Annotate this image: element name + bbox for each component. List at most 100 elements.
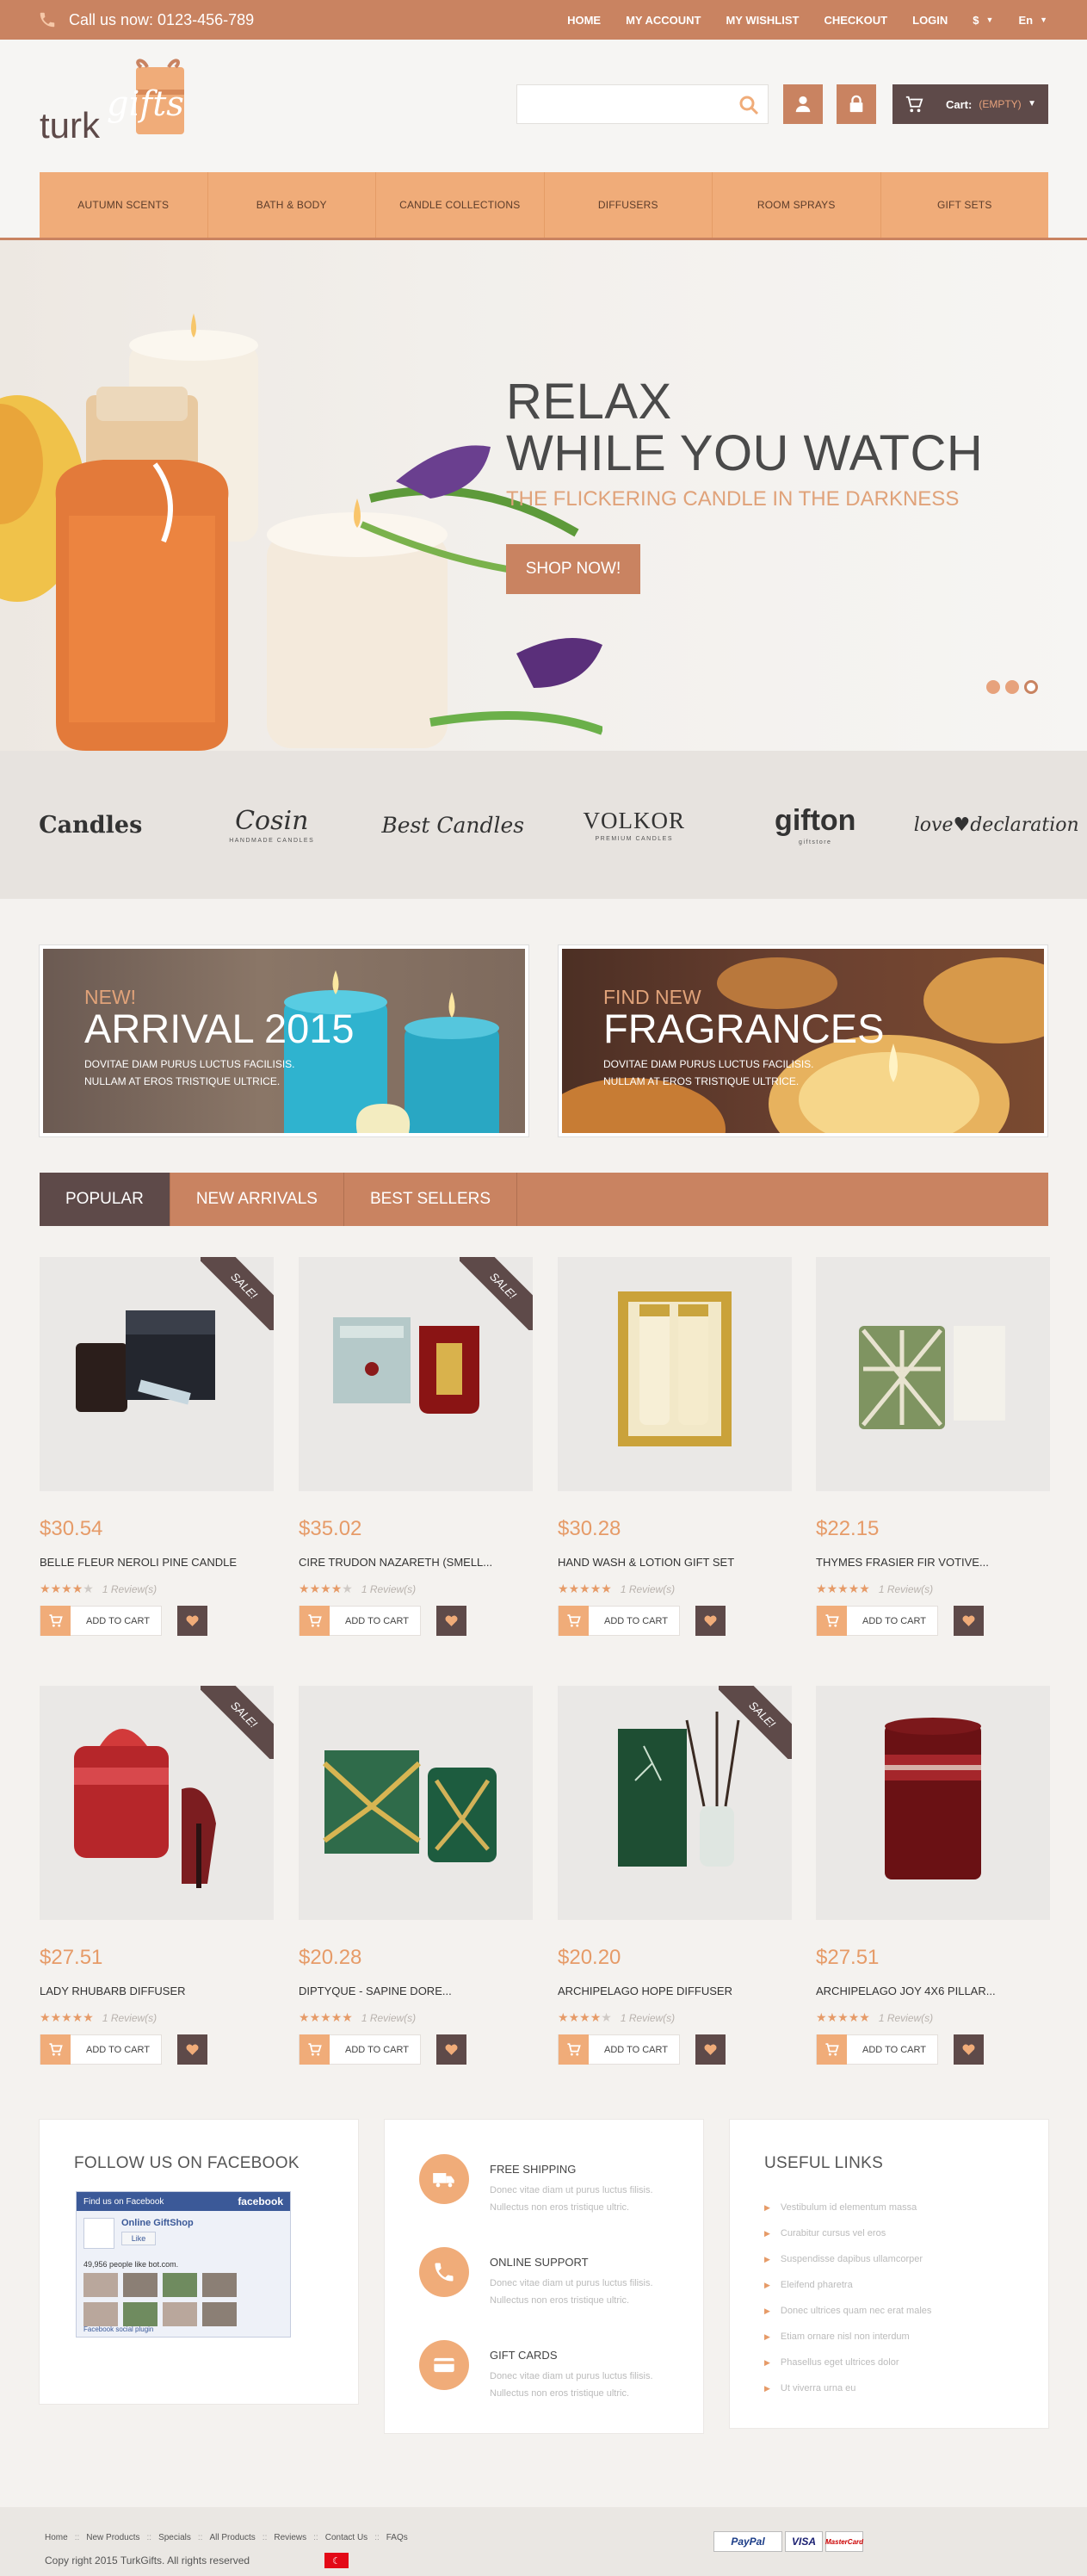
add-to-cart-button[interactable]: ADD TO CART xyxy=(816,1606,938,1636)
nav-item-gift-sets[interactable]: GIFT SETS xyxy=(881,172,1049,238)
footer-link[interactable]: New Products xyxy=(86,2533,139,2542)
useful-link[interactable]: ▶ Suspendisse dapibus ullamcorper xyxy=(764,2246,931,2272)
product-image[interactable]: SALE! xyxy=(40,1257,274,1491)
shop-now-button[interactable]: SHOP NOW! xyxy=(506,544,640,594)
logo[interactable]: turk gifts xyxy=(40,59,195,153)
cart-button[interactable]: Cart: (EMPTY) ▼ xyxy=(892,84,1048,124)
link-my-account[interactable]: MY ACCOUNT xyxy=(626,14,701,27)
brand-candles[interactable]: Candles xyxy=(0,812,182,839)
facebook-like-button[interactable]: Like xyxy=(121,2232,156,2245)
product-image[interactable] xyxy=(816,1686,1050,1920)
language-select[interactable]: En ▼ xyxy=(1018,14,1047,27)
brand-best-candles[interactable]: Best Candles xyxy=(362,813,544,838)
review-count[interactable]: 1 Review(s) xyxy=(621,2012,675,2024)
facebook-widget[interactable]: Find us on Facebook facebook Online GiftS… xyxy=(76,2191,291,2338)
product-name[interactable]: LADY RHUBARB DIFFUSER xyxy=(40,1985,274,1997)
product-image[interactable] xyxy=(299,1686,533,1920)
review-count[interactable]: 1 Review(s) xyxy=(621,1583,675,1595)
star-icon: ★ xyxy=(590,2010,602,2024)
add-to-cart-button[interactable]: ADD TO CART xyxy=(299,1606,421,1636)
useful-link[interactable]: ▶ Curabitur cursus vel eros xyxy=(764,2220,931,2246)
product-name[interactable]: ARCHIPELAGO HOPE DIFFUSER xyxy=(558,1985,792,1997)
nav-item-diffusers[interactable]: DIFFUSERS xyxy=(545,172,713,238)
footer-link[interactable]: Contact Us xyxy=(325,2533,367,2542)
cart-icon xyxy=(559,1606,589,1636)
link-my-wishlist[interactable]: MY WISHLIST xyxy=(726,14,799,27)
brand-love-declaration[interactable]: love♥declaration xyxy=(906,814,1087,836)
wishlist-button[interactable] xyxy=(695,1606,726,1636)
slider-dot-active[interactable] xyxy=(1024,680,1038,694)
product-name[interactable]: BELLE FLEUR NEROLI PINE CANDLE xyxy=(40,1556,274,1569)
search-icon[interactable] xyxy=(738,95,759,115)
banner-arrival[interactable]: NEW! ARRIVAL 2015 DOVITAE DIAM PURUS LUC… xyxy=(40,945,528,1136)
product-name[interactable]: THYMES FRASIER FIR VOTIVE... xyxy=(816,1556,1050,1569)
useful-link[interactable]: ▶ Phasellus eget ultrices dolor xyxy=(764,2350,931,2375)
wishlist-button[interactable] xyxy=(436,2034,466,2065)
nav-item-autumn-scents[interactable]: AUTUMN SCENTS xyxy=(40,172,208,238)
account-button[interactable] xyxy=(783,84,823,124)
review-count[interactable]: 1 Review(s) xyxy=(879,1583,933,1595)
nav-item-bath-body[interactable]: BATH & BODY xyxy=(208,172,376,238)
nav-item-candle-collections[interactable]: CANDLE COLLECTIONS xyxy=(376,172,545,238)
tab-popular[interactable]: POPULAR xyxy=(40,1173,170,1226)
wishlist-button[interactable] xyxy=(695,2034,726,2065)
product-image[interactable]: SALE! xyxy=(299,1257,533,1491)
product-name[interactable]: DIPTYQUE - SAPINE DORE... xyxy=(299,1985,533,1997)
footer-link[interactable]: FAQs xyxy=(386,2533,408,2542)
useful-link[interactable]: ▶ Ut viverra urna eu xyxy=(764,2375,931,2401)
product-card: $30.28 HAND WASH & LOTION GIFT SET ★ ★ ★ ★ ★ 1 … xyxy=(558,1257,792,1640)
banner-fragrances[interactable]: FIND NEW FRAGRANCES DOVITAE DIAM PURUS L… xyxy=(559,945,1047,1136)
add-to-cart-button[interactable]: ADD TO CART xyxy=(558,2034,680,2065)
wishlist-button[interactable] xyxy=(954,2034,984,2065)
useful-link[interactable]: ▶ Donec ultrices quam nec erat males xyxy=(764,2298,931,2324)
product-image[interactable]: SALE! xyxy=(558,1686,792,1920)
add-to-cart-button[interactable]: ADD TO CART xyxy=(40,1606,162,1636)
review-count[interactable]: 1 Review(s) xyxy=(102,1583,157,1595)
add-to-cart-button[interactable]: ADD TO CART xyxy=(299,2034,421,2065)
review-count[interactable]: 1 Review(s) xyxy=(102,2012,157,2024)
product-image[interactable] xyxy=(816,1257,1050,1491)
search-input[interactable] xyxy=(517,85,724,123)
wishlist-button[interactable] xyxy=(177,2034,207,2065)
tab-best-sellers[interactable]: BEST SELLERS xyxy=(344,1173,518,1226)
footer-link[interactable]: All Products xyxy=(209,2533,255,2542)
product-name[interactable]: HAND WASH & LOTION GIFT SET xyxy=(558,1556,792,1569)
facebook-page-name[interactable]: Online GiftShop xyxy=(121,2218,194,2228)
footer-link[interactable]: Reviews xyxy=(274,2533,306,2542)
footer-link[interactable]: Specials xyxy=(158,2533,191,2542)
slider-dot[interactable] xyxy=(986,680,1000,694)
review-count[interactable]: 1 Review(s) xyxy=(361,2012,416,2024)
cart-icon xyxy=(40,2034,71,2065)
brand-volkor[interactable]: VOLKOR PREMIUM CANDLES xyxy=(544,808,726,842)
product-name[interactable]: CIRE TRUDON NAZARETH (SMELL... xyxy=(299,1556,533,1569)
wishlist-button[interactable] xyxy=(954,1606,984,1636)
slider-dot[interactable] xyxy=(1005,680,1019,694)
link-checkout[interactable]: CHECKOUT xyxy=(824,14,887,27)
add-to-cart-button[interactable]: ADD TO CART xyxy=(816,2034,938,2065)
useful-link[interactable]: ▶ Eleifend pharetra xyxy=(764,2272,931,2298)
review-count[interactable]: 1 Review(s) xyxy=(361,1583,416,1595)
wishlist-button[interactable] xyxy=(177,1606,207,1636)
product-image[interactable]: SALE! xyxy=(40,1686,274,1920)
add-to-cart-button[interactable]: ADD TO CART xyxy=(558,1606,680,1636)
nav-item-room-sprays[interactable]: ROOM SPRAYS xyxy=(713,172,881,238)
brand-cosin[interactable]: Cosin HANDMADE CANDLES xyxy=(182,806,363,844)
product-image[interactable] xyxy=(558,1257,792,1491)
lock-button[interactable] xyxy=(837,84,876,124)
search-box[interactable] xyxy=(516,84,769,124)
link-login[interactable]: LOGIN xyxy=(912,14,948,27)
brand-gifton[interactable]: gifton giftstore xyxy=(725,804,906,845)
footer-link[interactable]: Home xyxy=(45,2533,68,2542)
currency-select[interactable]: $ ▼ xyxy=(973,14,993,27)
tab-new-arrivals[interactable]: NEW ARRIVALS xyxy=(170,1173,344,1226)
add-to-cart-button[interactable]: ADD TO CART xyxy=(40,2034,162,2065)
star-icon: ★ xyxy=(342,2010,353,2024)
product-card: SALE! $35.02 CIRE TRUDON NAZARETH (SMELL..… xyxy=(299,1257,533,1640)
review-count[interactable]: 1 Review(s) xyxy=(879,2012,933,2024)
useful-link[interactable]: ▶ Vestibulum id elementum massa xyxy=(764,2195,931,2220)
link-home[interactable]: HOME xyxy=(567,14,601,27)
product-name[interactable]: ARCHIPELAGO JOY 4X6 PILLAR... xyxy=(816,1985,1050,1997)
useful-link[interactable]: ▶ Etiam ornare nisl non interdum xyxy=(764,2324,931,2350)
star-icon: ★ xyxy=(859,1582,870,1595)
wishlist-button[interactable] xyxy=(436,1606,466,1636)
